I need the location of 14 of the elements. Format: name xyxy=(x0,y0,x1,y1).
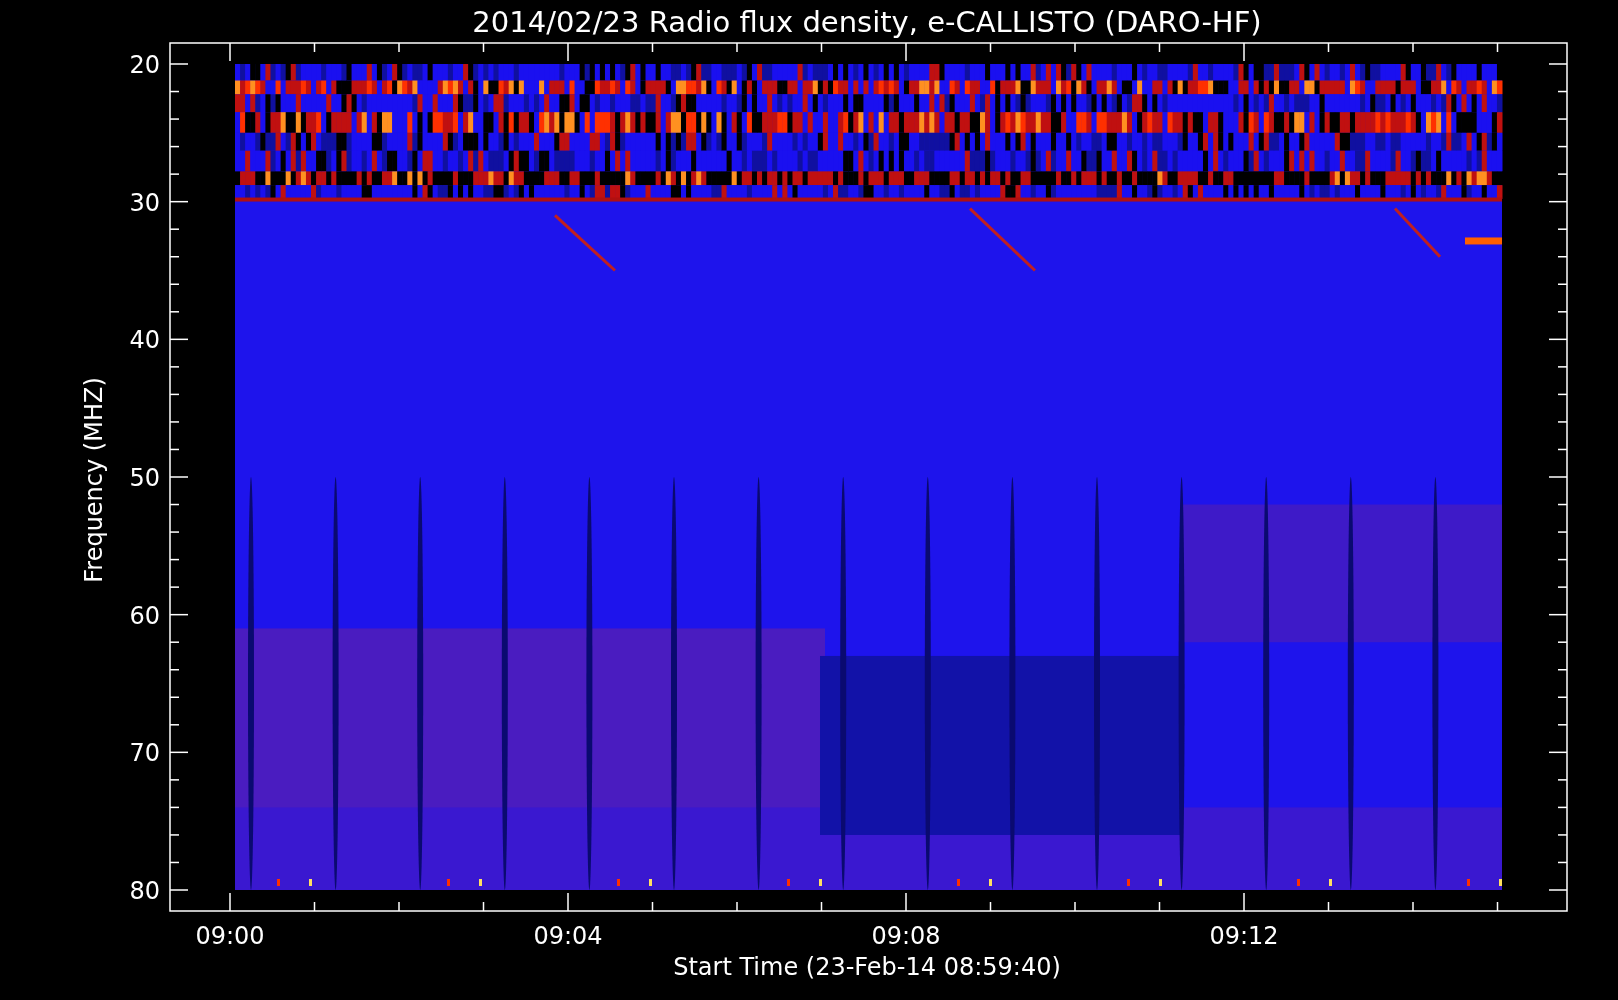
tick-label: 30 xyxy=(129,188,160,217)
axis-title: Frequency (MHZ) xyxy=(80,377,108,583)
tick-label: 80 xyxy=(129,877,160,905)
tick-label: 40 xyxy=(129,326,160,355)
tick-label: 20 xyxy=(129,51,160,79)
tick-label: 09:04 xyxy=(533,922,603,950)
tick-label: 70 xyxy=(129,739,160,768)
tick-label: 60 xyxy=(129,601,160,630)
tick-label: 50 xyxy=(129,464,160,492)
tick-label: 09:00 xyxy=(195,922,265,950)
axis-title: Start Time (23-Feb-14 08:59:40) xyxy=(673,953,1061,981)
chart-title: 2014/02/23 Radio flux density, e-CALLISTO (DARO-HF) xyxy=(472,5,1262,39)
tick-label: 09:08 xyxy=(871,922,941,950)
tick-label: 09:12 xyxy=(1209,922,1279,950)
